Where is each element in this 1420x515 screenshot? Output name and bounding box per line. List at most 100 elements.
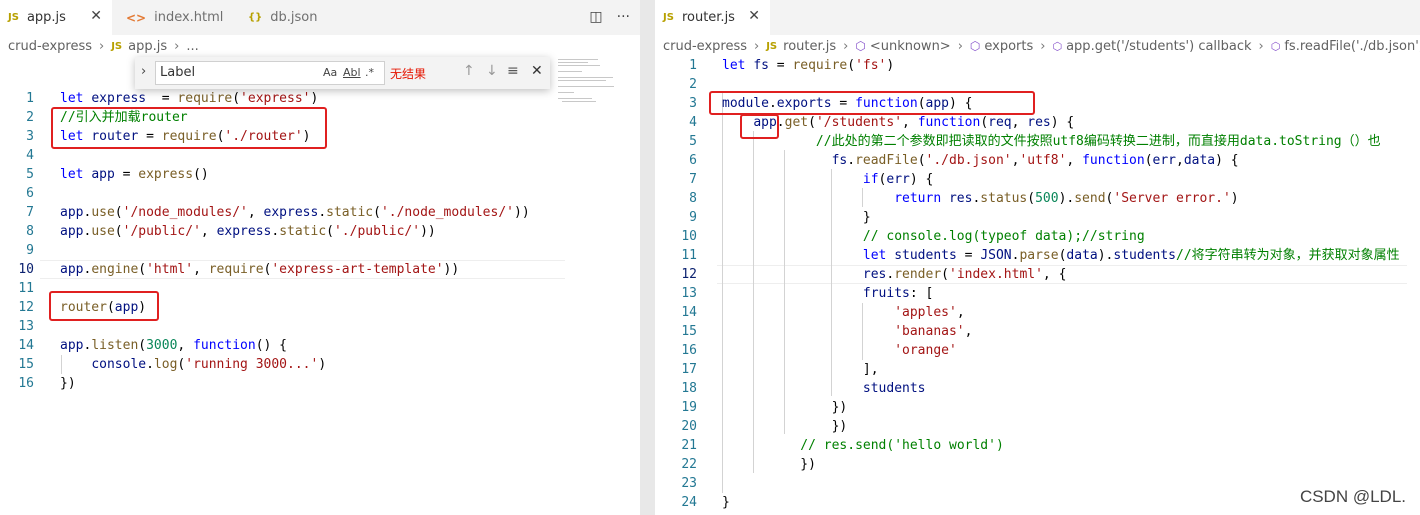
code-text: ], bbox=[722, 362, 879, 377]
code-line[interactable]: 3 module.exports = function(app) { bbox=[655, 94, 1420, 113]
code-line[interactable]: 8 return res.status(500).send('Server er… bbox=[655, 189, 1420, 208]
code-line[interactable]: 2 bbox=[655, 75, 1420, 94]
code-line[interactable]: 19 }) bbox=[655, 398, 1420, 417]
code-line[interactable]: 16 'orange' bbox=[655, 341, 1420, 360]
code-line[interactable]: 2 //引入并加载router bbox=[0, 108, 640, 127]
line-number: 13 bbox=[681, 286, 697, 301]
line-number: 18 bbox=[681, 381, 697, 396]
line-number: 2 bbox=[689, 77, 697, 92]
code-line[interactable]: 20 }) bbox=[655, 417, 1420, 436]
editor-group-divider[interactable] bbox=[640, 0, 655, 515]
code-line[interactable]: 9 } bbox=[655, 208, 1420, 227]
code-area-router-js[interactable]: 1 let fs = require('fs') 2 3 module.exports … bbox=[655, 56, 1420, 515]
breadcrumb-item[interactable]: <unknown> bbox=[870, 39, 951, 54]
code-line[interactable]: 16}) bbox=[0, 374, 640, 393]
code-line[interactable]: 17 ], bbox=[655, 360, 1420, 379]
tab-app-js[interactable]: JS app.js ✕ bbox=[0, 0, 112, 35]
code-line[interactable]: 15 console.log('running 3000...') bbox=[0, 355, 640, 374]
breadcrumb-more[interactable]: ... bbox=[186, 39, 198, 54]
code-line[interactable]: 1 let express = require('express') bbox=[0, 89, 640, 108]
tab-index-html[interactable]: <> index.html bbox=[118, 0, 233, 35]
code-line[interactable]: 14 'apples', bbox=[655, 303, 1420, 322]
code-line[interactable]: 10 // console.log(typeof data);//string bbox=[655, 227, 1420, 246]
code-line[interactable]: 14 app.listen(3000, function() { bbox=[0, 336, 640, 355]
html-file-icon: <> bbox=[126, 10, 147, 25]
breadcrumb-folder[interactable]: crud-express bbox=[8, 39, 92, 54]
breadcrumb-item[interactable]: router.js bbox=[783, 39, 836, 54]
code-line[interactable]: 11 let students = JSON.parse(data).stude… bbox=[655, 246, 1420, 265]
find-in-selection-icon[interactable]: ≡ bbox=[507, 63, 519, 79]
breadcrumb: crud-express › JS app.js › ... bbox=[0, 35, 640, 57]
code-text: let express = require('express') bbox=[60, 91, 319, 106]
breadcrumb-item[interactable]: app.get('/students') callback bbox=[1066, 39, 1251, 54]
code-line[interactable]: 12 router(app) bbox=[0, 298, 640, 317]
previous-match-icon[interactable]: ↑ bbox=[463, 63, 475, 79]
close-tab-icon[interactable]: ✕ bbox=[90, 8, 102, 24]
code-line[interactable]: 7 if(err) { bbox=[655, 170, 1420, 189]
find-widget: › Label Aa Abl .* 无结果 ↑ ↓ ≡ ✕ bbox=[135, 57, 550, 89]
code-line[interactable]: 13 bbox=[0, 317, 640, 336]
match-whole-word-icon[interactable]: Abl bbox=[343, 66, 361, 79]
toggle-replace-icon[interactable]: › bbox=[141, 64, 146, 79]
line-number: 16 bbox=[18, 376, 34, 391]
line-number: 3 bbox=[26, 129, 34, 144]
code-text: app.engine('html', require('express-art-… bbox=[60, 262, 460, 277]
code-text: let fs = require('fs') bbox=[722, 58, 895, 73]
code-text: }) bbox=[722, 419, 848, 434]
tab-label: index.html bbox=[154, 10, 224, 25]
code-line[interactable]: 11 bbox=[0, 279, 640, 298]
code-text: app.use('/node_modules/', express.static… bbox=[60, 205, 530, 220]
next-match-icon[interactable]: ↓ bbox=[486, 63, 498, 79]
code-text: return res.status(500).send('Server erro… bbox=[894, 191, 1239, 206]
code-line[interactable]: 6 fs.readFile('./db.json','utf8', functi… bbox=[655, 151, 1420, 170]
breadcrumb-file[interactable]: app.js bbox=[128, 39, 167, 54]
code-line[interactable]: 7 app.use('/node_modules/', express.stati… bbox=[0, 203, 640, 222]
code-text: module.exports = function(app) { bbox=[722, 96, 973, 111]
code-line[interactable]: 6 bbox=[0, 184, 640, 203]
match-case-icon[interactable]: Aa bbox=[323, 66, 337, 79]
code-area-app-js[interactable]: 1 let express = require('express') 2 //引入并加… bbox=[0, 89, 640, 391]
code-line[interactable]: 13 fruits: [ bbox=[655, 284, 1420, 303]
split-editor-icon[interactable]: ◫ bbox=[589, 9, 602, 25]
close-tab-icon[interactable]: ✕ bbox=[748, 8, 760, 24]
vertical-scrollbar[interactable] bbox=[1406, 57, 1420, 515]
code-line[interactable]: 4 app.get('/students', function(req, res… bbox=[655, 113, 1420, 132]
code-text: }) bbox=[722, 457, 816, 472]
code-text: router(app) bbox=[60, 300, 147, 315]
tab-router-js[interactable]: JS router.js ✕ bbox=[655, 0, 770, 35]
line-number: 1 bbox=[26, 91, 34, 106]
find-no-results: 无结果 bbox=[390, 67, 427, 81]
line-number: 4 bbox=[689, 115, 697, 130]
code-line[interactable]: 5 //此处的第二个参数即把读取的文件按照utf8编码转换二进制，而直接用dat… bbox=[655, 132, 1420, 151]
breadcrumb-item[interactable]: exports bbox=[984, 39, 1033, 54]
code-line[interactable]: 4 bbox=[0, 146, 640, 165]
line-number: 15 bbox=[681, 324, 697, 339]
code-line[interactable]: 22 }) bbox=[655, 455, 1420, 474]
code-line[interactable]: 9 bbox=[0, 241, 640, 260]
line-number: 8 bbox=[26, 224, 34, 239]
chevron-right-icon: › bbox=[174, 38, 180, 54]
code-line[interactable]: 3 let router = require('./router') bbox=[0, 127, 640, 146]
code-line[interactable]: 8 app.use('/public/', express.static('./p… bbox=[0, 222, 640, 241]
code-line[interactable]: 5 let app = express() bbox=[0, 165, 640, 184]
breadcrumb-item[interactable]: fs.readFile('./db.json', 'utf8') call bbox=[1284, 39, 1420, 54]
breadcrumb-item[interactable]: crud-express bbox=[663, 39, 747, 54]
regex-icon[interactable]: .* bbox=[365, 66, 374, 79]
code-line[interactable]: 15 'bananas', bbox=[655, 322, 1420, 341]
tab-label: db.json bbox=[270, 10, 318, 25]
close-find-icon[interactable]: ✕ bbox=[531, 63, 543, 79]
more-actions-icon[interactable]: ··· bbox=[617, 9, 630, 25]
code-line[interactable]: 1 let fs = require('fs') bbox=[655, 56, 1420, 75]
line-number: 9 bbox=[689, 210, 697, 225]
code-text: let router = require('./router') bbox=[60, 129, 311, 144]
line-number: 24 bbox=[681, 495, 697, 510]
tab-db-json[interactable]: {} db.json bbox=[240, 0, 350, 35]
code-line[interactable]: 10 app.engine('html', require('express-ar… bbox=[0, 260, 640, 279]
line-number: 6 bbox=[26, 186, 34, 201]
code-line[interactable]: 12 res.render('index.html', { bbox=[655, 265, 1420, 284]
line-number: 11 bbox=[18, 281, 34, 296]
code-line[interactable]: 21 // res.send('hello world') bbox=[655, 436, 1420, 455]
right-editor-pane: JS router.js ✕ crud-express › JS router.js ›… bbox=[655, 0, 1420, 515]
minimap-line bbox=[558, 77, 613, 78]
code-line[interactable]: 18 students bbox=[655, 379, 1420, 398]
